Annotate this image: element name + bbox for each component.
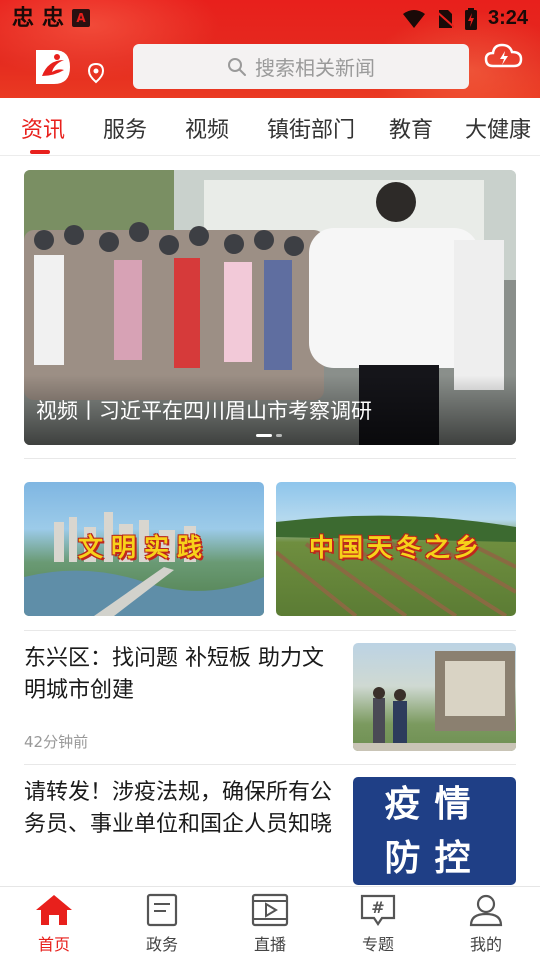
- list-item[interactable]: 请转发！涉疫法规，确保所有公务员、事业单位和国企人员知晓 疫情防控: [24, 777, 516, 885]
- tab-news[interactable]: 资讯: [21, 112, 65, 144]
- nav-label: 我的: [469, 935, 502, 954]
- search-placeholder: 搜索相关新闻: [255, 56, 375, 80]
- notification-app-icon: A: [72, 9, 91, 27]
- status-bar: 忠 忠 A 3:24: [0, 0, 540, 38]
- banner-civilization-practice[interactable]: 文明实践: [24, 482, 264, 616]
- news-title[interactable]: 东兴区：找问题 补短板 助力文明城市创建: [24, 643, 342, 707]
- nav-label: 首页: [37, 935, 70, 954]
- weather-cloud-icon[interactable]: [484, 40, 524, 72]
- tab-town-departments[interactable]: 镇街部门: [267, 112, 355, 144]
- nav-label: 直播: [253, 935, 286, 954]
- app-logo[interactable]: [32, 46, 74, 88]
- thumbnail-text: 疫情防控: [384, 783, 485, 879]
- news-time: 42分钟前: [24, 733, 89, 751]
- app-header: 忠 忠 A 3:24 搜索相关新闻: [0, 0, 540, 98]
- film-play-icon: [251, 893, 289, 927]
- home-icon: [36, 895, 72, 925]
- nav-label: 政务: [145, 935, 178, 954]
- carousel-dot-active: [256, 434, 272, 437]
- svg-text:#: #: [371, 898, 384, 917]
- divider: [24, 458, 516, 459]
- active-tab-indicator: [30, 150, 50, 154]
- hashtag-icon: #: [360, 894, 396, 926]
- banner-tiandong-hometown[interactable]: 中国天冬之乡: [276, 482, 516, 616]
- news-title[interactable]: 请转发！涉疫法规，确保所有公务员、事业单位和国企人员知晓: [24, 777, 342, 841]
- hero-title[interactable]: 视频丨习近平在四川眉山市考察调研: [36, 395, 372, 425]
- list-item[interactable]: 东兴区：找问题 补短板 助力文明城市创建 42分钟前: [24, 643, 516, 751]
- news-thumbnail-image: [353, 651, 516, 751]
- wifi-icon: [402, 9, 425, 28]
- carousel-indicator: [256, 434, 282, 437]
- category-tabs: 资讯 服务 视频 镇街部门 教育 大健康: [0, 98, 540, 156]
- search-input[interactable]: 搜索相关新闻: [133, 44, 469, 89]
- no-sim-icon: [435, 9, 454, 28]
- divider: [24, 630, 516, 631]
- banner-title: 文明实践: [77, 533, 210, 562]
- user-icon: [469, 894, 503, 927]
- search-icon: [228, 57, 246, 76]
- news-thumbnail[interactable]: [353, 643, 516, 751]
- hero-carousel[interactable]: 视频丨习近平在四川眉山市考察调研: [24, 170, 516, 445]
- nav-label: 专题: [361, 935, 394, 954]
- nav-profile[interactable]: 我的: [446, 893, 526, 957]
- tab-health[interactable]: 大健康: [465, 112, 531, 144]
- battery-charging-icon: [464, 7, 477, 30]
- bottom-navigation: 首页 政务 直播 # 专题 我的: [0, 886, 540, 960]
- location-icon[interactable]: [86, 62, 106, 84]
- divider: [24, 764, 516, 765]
- tab-education[interactable]: 教育: [389, 112, 433, 144]
- news-thumbnail[interactable]: 疫情防控: [353, 777, 516, 885]
- clock: 3:24: [487, 7, 528, 29]
- carousel-dot: [276, 434, 282, 437]
- nav-government[interactable]: 政务: [122, 893, 202, 957]
- nav-live[interactable]: 直播: [230, 893, 310, 957]
- notification-glyph: 忠: [42, 5, 65, 31]
- nav-topics[interactable]: # 专题: [338, 893, 418, 957]
- nav-home[interactable]: 首页: [14, 893, 94, 957]
- banner-title: 中国天冬之乡: [308, 533, 483, 562]
- tab-video[interactable]: 视频: [185, 112, 229, 144]
- document-icon: [146, 893, 178, 927]
- notification-glyph: 忠: [12, 5, 35, 31]
- tab-services[interactable]: 服务: [103, 112, 147, 144]
